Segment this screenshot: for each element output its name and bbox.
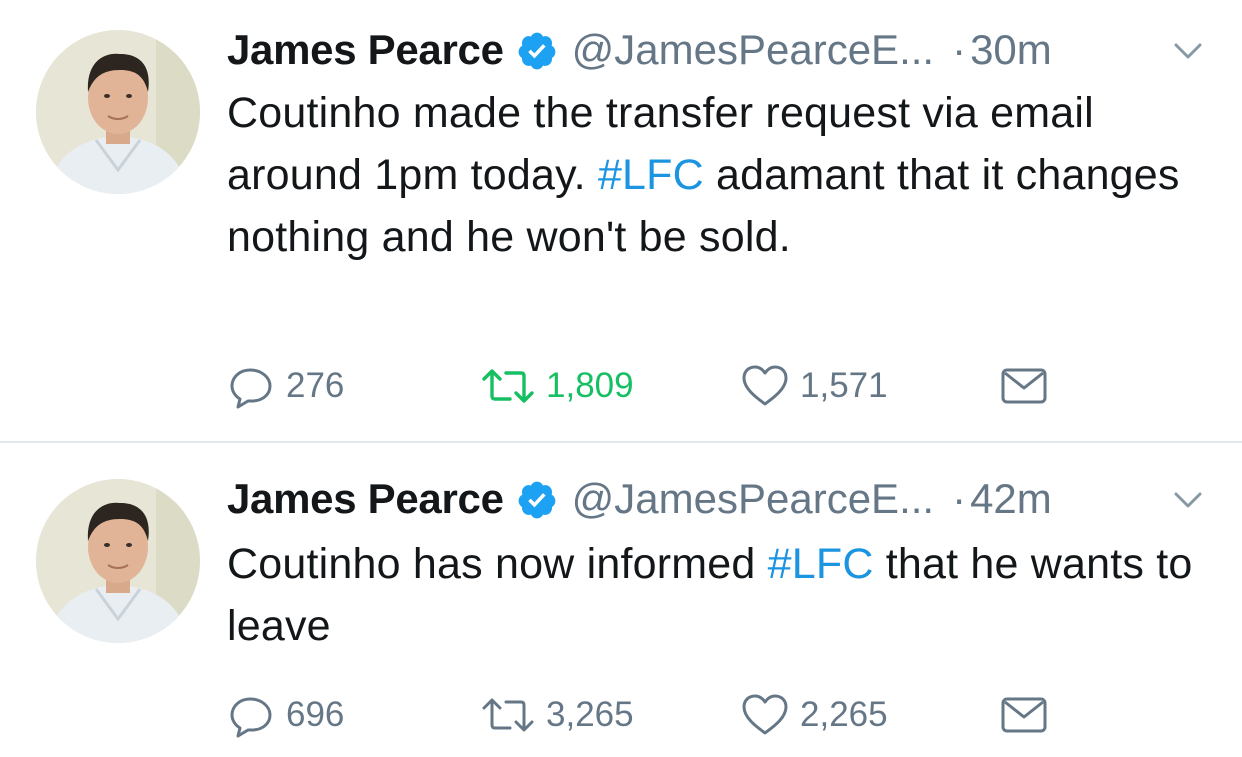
tweet-text: Coutinho made the transfer request via e… xyxy=(227,82,1227,268)
retweet-icon xyxy=(480,362,536,410)
like-icon xyxy=(740,362,790,410)
reply-icon xyxy=(228,362,276,410)
retweet-count: 1,809 xyxy=(546,366,634,405)
hashtag-link[interactable]: #LFC xyxy=(598,151,704,199)
reply-button[interactable]: 696 xyxy=(228,685,344,745)
retweet-button[interactable]: 3,265 xyxy=(480,685,634,745)
verified-badge-icon xyxy=(516,30,558,72)
author-name[interactable]: James Pearce xyxy=(227,26,504,74)
avatar[interactable] xyxy=(36,30,200,194)
like-button[interactable]: 1,571 xyxy=(740,356,888,416)
direct-message-icon xyxy=(1000,691,1048,739)
separator-dot: · xyxy=(952,475,967,522)
tweet-text-part: Coutinho has now informed xyxy=(227,540,768,588)
author-handle[interactable]: @JamesPearceE... xyxy=(572,475,934,523)
tweet-header: James Pearce @JamesPearceE... · 30m xyxy=(227,22,1227,78)
author-handle[interactable]: @JamesPearceE... xyxy=(572,26,934,74)
tweet[interactable]: James Pearce @JamesPearceE... · 30m Cout… xyxy=(0,0,1242,442)
tweet-text: Coutinho has now informed #LFC that he w… xyxy=(227,533,1227,657)
retweet-button[interactable]: 1,809 xyxy=(480,356,634,416)
hashtag-link[interactable]: #LFC xyxy=(768,540,874,588)
direct-message-icon xyxy=(1000,362,1048,410)
like-button[interactable]: 2,265 xyxy=(740,685,888,745)
retweet-count: 3,265 xyxy=(546,695,634,734)
like-count: 1,571 xyxy=(800,366,888,405)
reply-count: 276 xyxy=(286,366,345,405)
like-icon xyxy=(740,691,790,739)
reply-count: 696 xyxy=(286,695,345,734)
retweet-icon xyxy=(480,691,536,739)
tweet[interactable]: James Pearce @JamesPearceE... · 42m Cout… xyxy=(0,443,1242,757)
author-name[interactable]: James Pearce xyxy=(227,475,504,523)
reply-icon xyxy=(228,691,276,739)
tweet-actions: 276 1,809 1,571 xyxy=(0,356,1242,416)
verified-badge-icon xyxy=(516,479,558,521)
tweet-timestamp[interactable]: 42m xyxy=(970,475,1052,523)
avatar[interactable] xyxy=(36,479,200,643)
direct-message-button[interactable] xyxy=(1000,685,1048,745)
chevron-down-icon[interactable] xyxy=(1168,485,1208,515)
tweet-header: James Pearce @JamesPearceE... · 42m xyxy=(227,471,1227,527)
chevron-down-icon[interactable] xyxy=(1168,36,1208,66)
like-count: 2,265 xyxy=(800,695,888,734)
tweet-actions: 696 3,265 2,265 xyxy=(0,685,1242,745)
direct-message-button[interactable] xyxy=(1000,356,1048,416)
tweet-timestamp[interactable]: 30m xyxy=(970,26,1052,74)
reply-button[interactable]: 276 xyxy=(228,356,344,416)
separator-dot: · xyxy=(952,26,967,73)
